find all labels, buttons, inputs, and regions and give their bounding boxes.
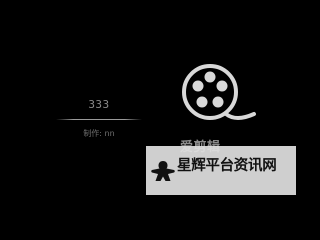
- video-frame: 333 制作: nn 爱剪辑 星辉平台资讯网: [0, 0, 320, 240]
- credit-author: 制作: nn: [83, 129, 115, 138]
- watermark-text: 星辉平台资讯网: [177, 158, 277, 174]
- credit-number: 333: [88, 98, 110, 111]
- film-reel-icon: [176, 58, 260, 142]
- credit-card: 333 制作: nn: [56, 96, 142, 146]
- credit-divider: [56, 119, 142, 120]
- watermark-banner: 星辉平台资讯网: [146, 146, 296, 195]
- meeple-icon: [150, 159, 176, 183]
